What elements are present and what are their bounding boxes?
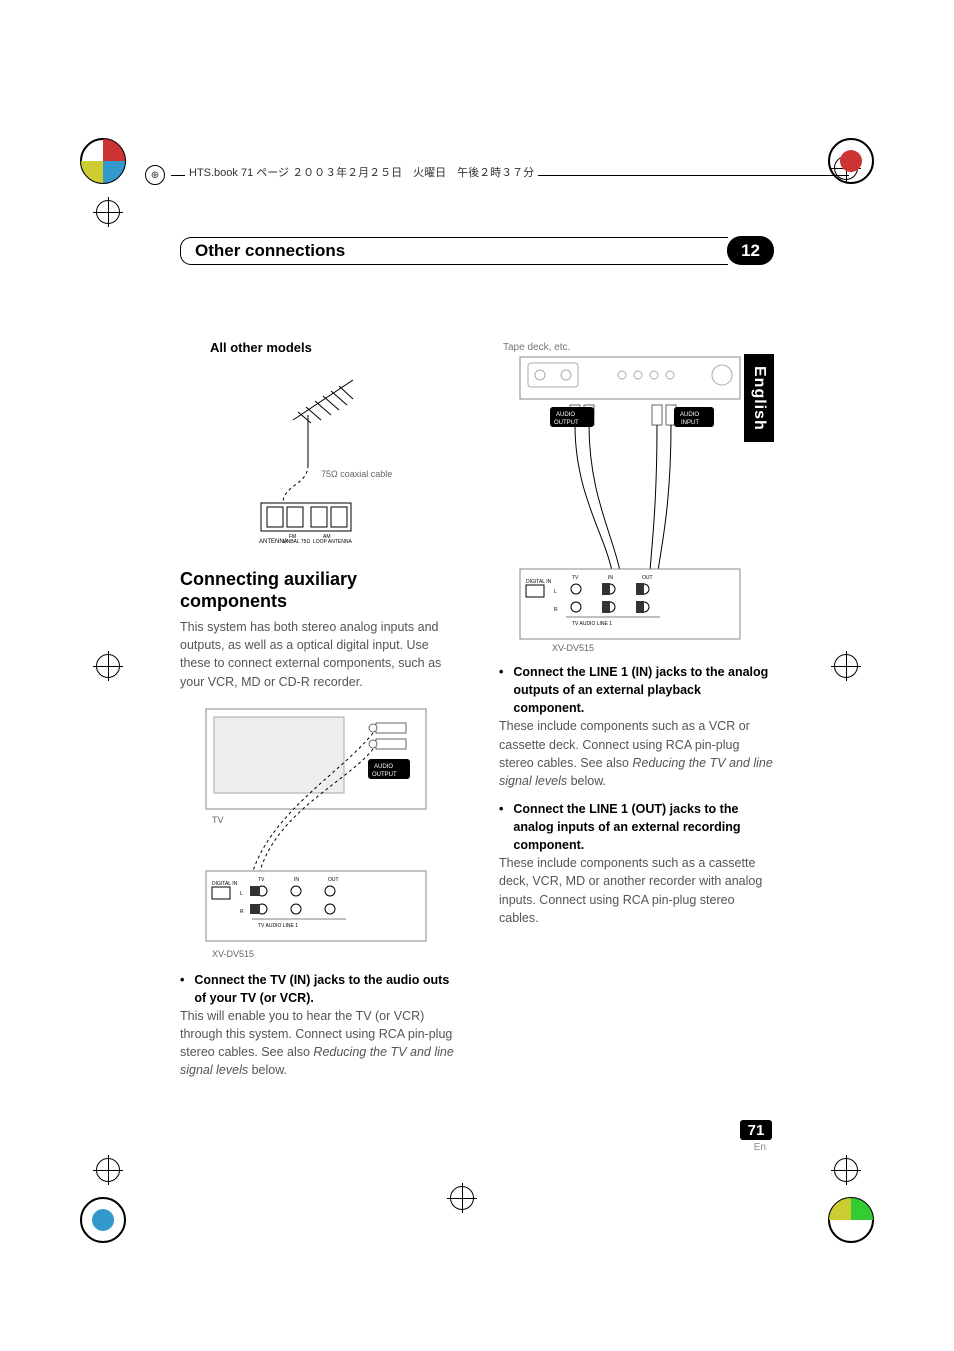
svg-text:IN: IN bbox=[294, 877, 299, 883]
registration-mark bbox=[96, 1158, 120, 1182]
line1-in-bold: Connect the LINE 1 (IN) jacks to the ana… bbox=[513, 663, 774, 717]
registration-mark bbox=[96, 654, 120, 678]
svg-text:OUTPUT: OUTPUT bbox=[372, 772, 397, 778]
tv-in-bold: Connect the TV (IN) jacks to the audio o… bbox=[194, 971, 455, 1007]
registration-mark bbox=[834, 1158, 858, 1182]
registration-mark bbox=[450, 1186, 474, 1210]
svg-text:OUT: OUT bbox=[328, 877, 339, 883]
connecting-aux-heading: Connecting auxiliary components bbox=[180, 569, 455, 612]
tape-deck-caption: Tape deck, etc. bbox=[503, 342, 774, 353]
chapter-title: Other connections bbox=[191, 237, 353, 265]
svg-text:XV-DV515: XV-DV515 bbox=[552, 643, 594, 653]
svg-text:DIGITAL IN: DIGITAL IN bbox=[212, 881, 238, 887]
antenna-diagram: 75Ω coaxial cable ANTENNA FM UNBAL 75Ω A… bbox=[180, 365, 455, 545]
line1-in-body: These include components such as a VCR o… bbox=[499, 717, 774, 790]
line1-out-bold: Connect the LINE 1 (OUT) jacks to the an… bbox=[513, 800, 774, 854]
svg-text:LOOP ANTENNA: LOOP ANTENNA bbox=[313, 539, 352, 545]
cable-label: 75Ω coaxial cable bbox=[321, 469, 392, 479]
svg-text:TV: TV bbox=[212, 815, 224, 825]
tv-connection-diagram: TV AUDIO OUTPUT DIGITAL IN bbox=[180, 701, 455, 961]
registration-mark bbox=[96, 200, 120, 224]
chapter-heading: Other connections 12 bbox=[180, 236, 774, 265]
svg-text:OUT: OUT bbox=[642, 575, 653, 581]
binder-ring-icon: ⊕ bbox=[145, 165, 165, 185]
line1-out-body: These include components such as a casse… bbox=[499, 854, 774, 927]
svg-text:R: R bbox=[554, 607, 558, 613]
svg-text:INPUT: INPUT bbox=[681, 420, 699, 426]
page-number: 71 bbox=[740, 1120, 772, 1140]
tv-in-body: This will enable you to hear the TV (or … bbox=[180, 1007, 455, 1080]
svg-text:R: R bbox=[240, 909, 244, 915]
right-column: Tape deck, etc. bbox=[499, 340, 774, 1089]
svg-text:XV-DV515: XV-DV515 bbox=[212, 949, 254, 959]
svg-text:IN: IN bbox=[608, 575, 613, 581]
tape-connection-diagram: AUDIO OUTPUT AUDIO INPUT DIGITAL IN TV I… bbox=[499, 353, 774, 653]
svg-text:AUDIO: AUDIO bbox=[680, 412, 699, 418]
svg-text:UNBAL 75Ω: UNBAL 75Ω bbox=[283, 539, 310, 545]
prepress-header: ⊕ HTS.book 71 ページ ２００３年２月２５日 火曜日 午後２時３７分 bbox=[145, 165, 849, 185]
all-other-models-heading: All other models bbox=[210, 340, 455, 355]
svg-text:TV: TV bbox=[258, 877, 265, 883]
svg-text:TV: TV bbox=[572, 575, 579, 581]
tv-in-bullet: • Connect the TV (IN) jacks to the audio… bbox=[180, 971, 455, 1007]
svg-text:L: L bbox=[240, 891, 243, 897]
chapter-number: 12 bbox=[727, 236, 774, 265]
connecting-aux-body: This system has both stereo analog input… bbox=[180, 618, 455, 691]
page-lang: En bbox=[754, 1142, 766, 1153]
line1-out-bullet: • Connect the LINE 1 (OUT) jacks to the … bbox=[499, 800, 774, 854]
svg-text:DIGITAL IN: DIGITAL IN bbox=[526, 579, 552, 585]
svg-text:TV AUDIO LINE 1: TV AUDIO LINE 1 bbox=[572, 621, 612, 627]
color-patch-tl bbox=[78, 136, 128, 186]
svg-text:L: L bbox=[554, 589, 557, 595]
prepress-text: HTS.book 71 ページ ２００３年２月２５日 火曜日 午後２時３７分 bbox=[185, 164, 538, 180]
color-patch-bl bbox=[78, 1195, 128, 1245]
color-patch-br bbox=[826, 1195, 876, 1245]
svg-text:AUDIO: AUDIO bbox=[556, 412, 575, 418]
svg-text:AUDIO: AUDIO bbox=[374, 764, 393, 770]
left-column: All other models 75Ω coaxial cable bbox=[180, 340, 455, 1089]
line1-in-bullet: • Connect the LINE 1 (IN) jacks to the a… bbox=[499, 663, 774, 717]
svg-text:TV AUDIO LINE 1: TV AUDIO LINE 1 bbox=[258, 923, 298, 929]
registration-mark bbox=[834, 654, 858, 678]
